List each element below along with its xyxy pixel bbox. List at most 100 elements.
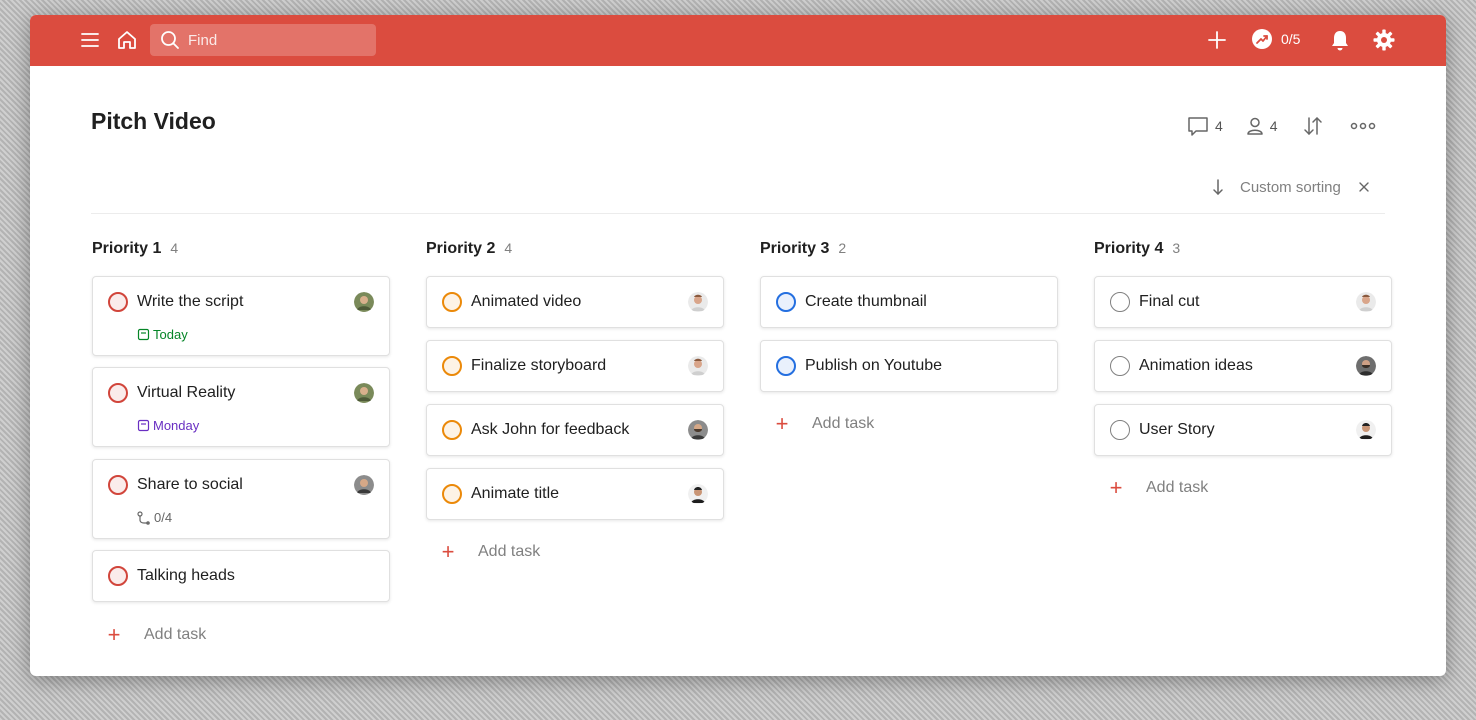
task-title: Create thumbnail: [805, 293, 927, 310]
task-title: Share to social: [137, 476, 243, 493]
hamburger-icon[interactable]: [77, 27, 103, 53]
column-title: Priority 3: [760, 240, 830, 257]
search-input[interactable]: [188, 31, 358, 49]
task-title: Animation ideas: [1139, 357, 1253, 374]
board-column-priority-2: Priority 2 4 Animated video Finalize sto…: [426, 240, 724, 563]
task-title: Write the script: [137, 293, 244, 310]
task-checkbox[interactable]: [1110, 420, 1130, 440]
task-card[interactable]: Animated video: [426, 276, 724, 328]
task-checkbox[interactable]: [776, 292, 796, 312]
share-button[interactable]: 4: [1245, 116, 1278, 136]
task-card[interactable]: User Story: [1094, 404, 1392, 456]
task-title: Publish on Youtube: [805, 357, 943, 374]
task-checkbox[interactable]: [108, 383, 128, 403]
task-card[interactable]: Create thumbnail: [760, 276, 1058, 328]
column-header: Priority 4 3: [1094, 240, 1392, 260]
task-title: Final cut: [1139, 293, 1200, 310]
productivity-button[interactable]: 0/5: [1251, 28, 1300, 50]
bell-icon[interactable]: [1327, 27, 1353, 53]
avatar: [688, 356, 708, 376]
task-title: Talking heads: [137, 567, 235, 584]
column-header: Priority 1 4: [92, 240, 390, 260]
column-title: Priority 4: [1094, 240, 1164, 257]
people-count: 4: [1269, 118, 1278, 134]
add-task-label: Add task: [144, 626, 207, 643]
subtask-icon: [137, 510, 150, 525]
column-count: 4: [504, 240, 513, 256]
add-task-label: Add task: [1146, 479, 1209, 496]
task-card[interactable]: Write the script Today: [92, 276, 390, 356]
comments-count: 4: [1215, 118, 1223, 134]
board-column-priority-4: Priority 4 3 Final cut Animation ideas U…: [1094, 240, 1392, 499]
task-title: Animate title: [471, 485, 560, 502]
more-icon: [1350, 122, 1375, 130]
avatar: [354, 292, 374, 312]
productivity-icon: [1252, 29, 1272, 49]
task-checkbox[interactable]: [442, 356, 462, 376]
plus-icon: +: [1109, 475, 1123, 500]
column-title: Priority 1: [92, 240, 162, 257]
task-checkbox[interactable]: [776, 356, 796, 376]
sort-label: Custom sorting: [1240, 178, 1341, 196]
gear-icon[interactable]: [1371, 27, 1397, 53]
task-checkbox[interactable]: [108, 292, 128, 312]
due-date: Monday: [137, 418, 199, 433]
board-column-priority-3: Priority 3 2 Create thumbnail Publish on…: [760, 240, 1058, 435]
task-card[interactable]: Share to social 0/4: [92, 459, 390, 539]
sort-button[interactable]: [1302, 115, 1324, 137]
task-title: Finalize storyboard: [471, 357, 607, 374]
page-title: Pitch Video: [91, 108, 216, 134]
sort-icon: [1303, 117, 1322, 135]
task-card[interactable]: Talking heads: [92, 550, 390, 602]
column-count: 4: [170, 240, 179, 256]
task-card[interactable]: Final cut: [1094, 276, 1392, 328]
task-card[interactable]: Animation ideas: [1094, 340, 1392, 392]
home-icon[interactable]: [114, 27, 140, 53]
task-card[interactable]: Virtual Reality Monday: [92, 367, 390, 447]
avatar: [354, 475, 374, 495]
task-card[interactable]: Animate title: [426, 468, 724, 520]
top-bar: 0/5: [30, 15, 1446, 66]
task-checkbox[interactable]: [442, 420, 462, 440]
calendar-icon: [137, 419, 150, 432]
task-title: Virtual Reality: [137, 384, 236, 401]
task-card[interactable]: Ask John for feedback: [426, 404, 724, 456]
add-task-button[interactable]: + Add task: [1106, 475, 1209, 500]
sort-indicator: Custom sorting: [1210, 178, 1371, 196]
avatar: [1356, 420, 1376, 440]
task-checkbox[interactable]: [108, 475, 128, 495]
task-title: Animated video: [471, 293, 582, 310]
task-card[interactable]: Finalize storyboard: [426, 340, 724, 392]
task-checkbox[interactable]: [108, 566, 128, 586]
avatar: [1356, 356, 1376, 376]
task-checkbox[interactable]: [442, 484, 462, 504]
close-icon[interactable]: [1357, 180, 1371, 194]
search-box[interactable]: [150, 24, 376, 56]
subtask-count-label: 0/4: [154, 510, 173, 525]
task-checkbox[interactable]: [1110, 356, 1130, 376]
board-column-priority-1: Priority 1 4 Write the script Today Virt…: [92, 240, 390, 646]
add-task-button[interactable]: + Add task: [104, 622, 207, 647]
due-date: Today: [137, 327, 188, 342]
more-actions-button[interactable]: [1350, 121, 1376, 131]
header-divider: [91, 213, 1385, 214]
add-task-icon[interactable]: [1204, 27, 1230, 53]
column-title: Priority 2: [426, 240, 496, 257]
add-task-button[interactable]: + Add task: [772, 413, 875, 435]
avatar: [1356, 292, 1376, 312]
plus-icon: +: [441, 539, 455, 564]
avatar: [354, 383, 374, 403]
column-header: Priority 3 2: [760, 240, 1058, 260]
task-checkbox[interactable]: [1110, 292, 1130, 312]
project-actions: 4 4: [1186, 115, 1376, 137]
task-checkbox[interactable]: [442, 292, 462, 312]
add-task-label: Add task: [812, 415, 875, 432]
comment-icon: [1188, 117, 1208, 136]
person-icon: [1247, 117, 1263, 135]
karma-value: 0/5: [1281, 31, 1301, 47]
task-card[interactable]: Publish on Youtube: [760, 340, 1058, 392]
comments-button[interactable]: 4: [1186, 115, 1223, 137]
plus-icon: +: [107, 622, 121, 647]
add-task-button[interactable]: + Add task: [438, 539, 541, 564]
arrow-down-icon: [1213, 179, 1223, 195]
